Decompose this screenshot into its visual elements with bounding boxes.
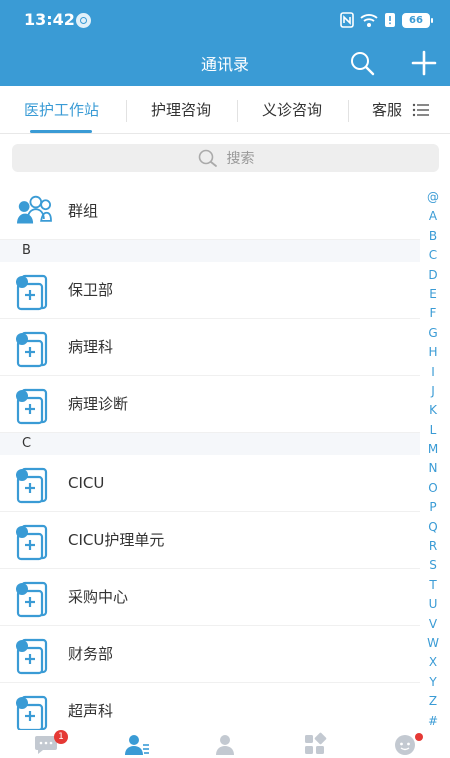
index-letter[interactable]: P [424, 498, 442, 517]
department-icon [16, 581, 48, 618]
nav-apps[interactable] [303, 732, 327, 756]
tab-divider [126, 100, 127, 122]
index-letter[interactable]: W [424, 634, 442, 653]
index-letter[interactable]: J [424, 382, 442, 401]
active-tab-indicator [30, 130, 92, 133]
nav-contacts[interactable] [124, 732, 149, 756]
list-item[interactable]: 采购中心 [0, 569, 420, 626]
add-button[interactable] [410, 49, 438, 77]
alert-icon [385, 13, 395, 27]
search-placeholder: 搜索 [226, 151, 255, 167]
status-time: 13:42 [24, 10, 75, 29]
list-item-label: CICU [68, 474, 105, 492]
list-item-label: 财务部 [68, 645, 114, 663]
list-item-label: 采购中心 [68, 588, 129, 606]
index-letter[interactable]: F [424, 304, 442, 323]
status-bar: 13:42 66 [0, 0, 450, 40]
title-bar: 通讯录 [0, 40, 450, 86]
index-letter[interactable]: O [424, 479, 442, 498]
search-icon [198, 149, 217, 167]
list-item-label: 保卫部 [68, 281, 114, 299]
section-header-b: B [0, 240, 420, 262]
index-letter[interactable]: A [424, 207, 442, 226]
list-item-label: CICU护理单元 [68, 531, 165, 549]
profile-icon [395, 735, 415, 755]
group-label: 群组 [68, 202, 99, 220]
list-item[interactable]: 病理科 [0, 319, 420, 376]
tab-medical-workstation[interactable]: 医护工作站 [24, 86, 99, 133]
page-title: 通讯录 [200, 55, 249, 74]
tab-nursing-consult[interactable]: 护理咨询 [151, 86, 211, 133]
apps-icon [305, 732, 327, 754]
index-letter[interactable]: # [424, 712, 442, 731]
index-letter[interactable]: R [424, 537, 442, 556]
index-letter[interactable]: T [424, 576, 442, 595]
battery-icon: 66 [402, 12, 433, 28]
index-letter[interactable]: E [424, 285, 442, 304]
nfc-icon [340, 12, 354, 28]
tab-divider [237, 100, 238, 122]
department-icon [16, 695, 48, 732]
list-item-label: 病理科 [68, 338, 114, 356]
search-icon [351, 52, 375, 76]
index-letter[interactable]: Z [424, 692, 442, 711]
app-header: 13:42 66 通讯录 [0, 0, 450, 86]
list-item[interactable]: 保卫部 [0, 262, 420, 319]
department-icon [16, 467, 48, 504]
search-button[interactable] [348, 49, 376, 77]
list-item[interactable]: CICU [0, 455, 420, 512]
notification-icon [76, 13, 91, 28]
index-letter[interactable]: I [424, 363, 442, 382]
tab-customer-service[interactable]: 客服 [372, 86, 402, 133]
tab-menu-button[interactable] [403, 98, 437, 122]
list-item[interactable]: CICU护理单元 [0, 512, 420, 569]
group-row[interactable]: 群组 [0, 182, 420, 240]
index-letter[interactable]: U [424, 595, 442, 614]
index-letter[interactable]: Y [424, 673, 442, 692]
battery-level: 66 [409, 14, 423, 26]
contact-list: 群组 B 保卫部 病理科 病理诊断 C CICU CICU护理单元 采购中心 财… [0, 182, 420, 740]
tab-clinic-consult[interactable]: 义诊咨询 [262, 86, 322, 133]
search-input[interactable]: 搜索 [12, 144, 439, 172]
department-icon [16, 274, 48, 311]
department-icon [16, 388, 48, 425]
index-letter[interactable]: V [424, 615, 442, 634]
bottom-nav: 1 [0, 730, 450, 758]
list-item[interactable]: 病理诊断 [0, 376, 420, 433]
person-icon [216, 735, 234, 755]
list-menu-icon [412, 103, 429, 117]
wifi-icon [360, 14, 378, 27]
index-letter[interactable]: G [424, 324, 442, 343]
index-letter[interactable]: L [424, 421, 442, 440]
category-tabs: 医护工作站 护理咨询 义诊咨询 客服 [0, 86, 450, 134]
nav-person[interactable] [213, 732, 237, 756]
department-icon [16, 638, 48, 675]
alphabet-index[interactable]: @ A B C D E F G H I J K L M N O P Q R S … [424, 188, 442, 731]
list-item-label: 病理诊断 [68, 395, 129, 413]
plus-icon [411, 50, 437, 76]
index-letter[interactable]: Q [424, 518, 442, 537]
index-letter[interactable]: C [424, 246, 442, 265]
index-letter[interactable]: X [424, 653, 442, 672]
messages-badge: 1 [54, 730, 68, 744]
index-letter[interactable]: B [424, 227, 442, 246]
section-header-c: C [0, 433, 420, 455]
department-icon [16, 331, 48, 368]
department-icon [16, 524, 48, 561]
list-item[interactable]: 财务部 [0, 626, 420, 683]
status-icons: 66 [340, 10, 433, 30]
index-letter[interactable]: S [424, 556, 442, 575]
tab-divider [348, 100, 349, 122]
index-letter[interactable]: K [424, 401, 442, 420]
index-letter[interactable]: M [424, 440, 442, 459]
profile-notification-dot [415, 733, 423, 741]
index-letter[interactable]: N [424, 459, 442, 478]
index-letter[interactable]: H [424, 343, 442, 362]
index-letter[interactable]: D [424, 266, 442, 285]
index-letter[interactable]: @ [424, 188, 442, 207]
nav-profile[interactable] [393, 732, 417, 756]
group-icon [17, 195, 52, 224]
contacts-icon [125, 735, 149, 755]
